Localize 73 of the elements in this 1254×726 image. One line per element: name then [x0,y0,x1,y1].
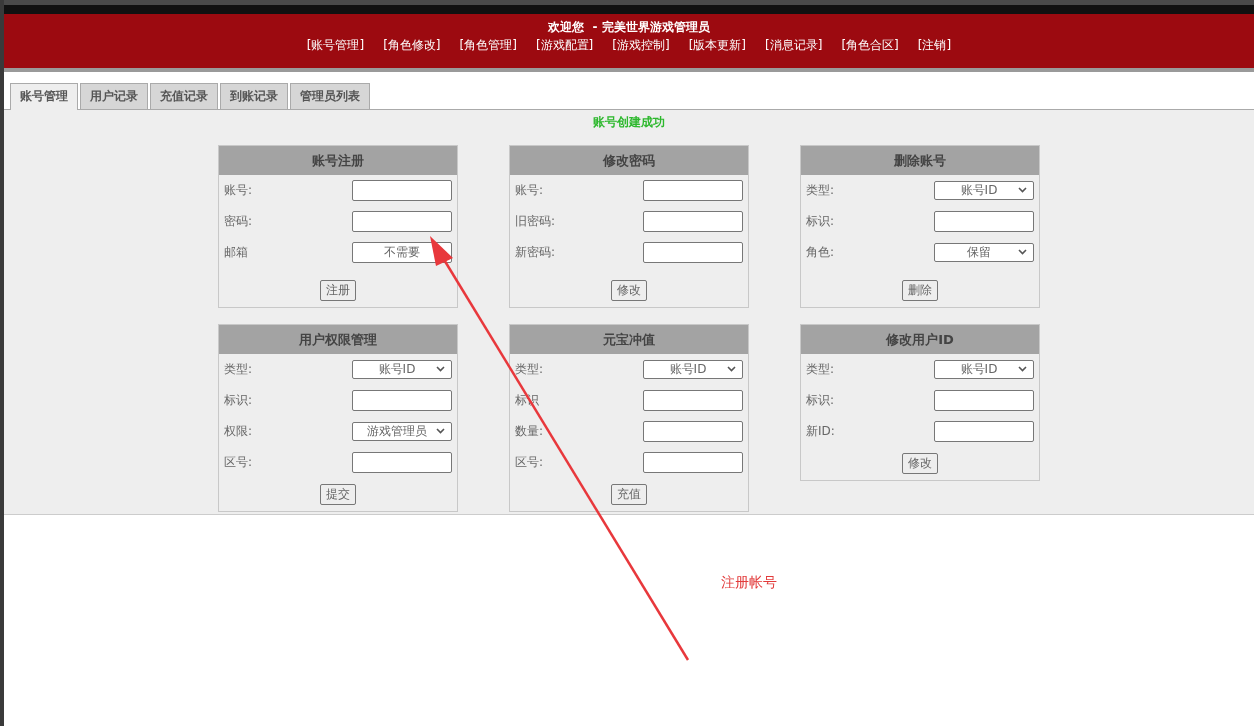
card-title: 删除账号 [801,146,1039,175]
tab[interactable]: 管理员列表 [290,83,370,109]
dropdown[interactable]: 保留 [934,243,1034,262]
field-label: 账号: [515,182,544,199]
submit-button[interactable]: 删除 [902,280,938,301]
card-title: 元宝冲值 [510,325,748,354]
submit-button[interactable]: 修改 [611,280,647,301]
dropdown[interactable]: 账号ID [934,181,1034,200]
submit-button[interactable]: 注册 [320,280,356,301]
nav-link[interactable]: [账号管理] [306,36,365,54]
submit-button[interactable]: 提交 [320,484,356,505]
field-label: 权限: [224,423,253,440]
card-title: 修改密码 [510,146,748,175]
card-title: 账号注册 [219,146,457,175]
field-label: 旧密码: [515,213,556,230]
field-label: 数量: [515,423,544,440]
annotation-text: 注册帐号 [721,574,777,592]
field-label: 类型: [515,361,544,378]
card-title: 用户权限管理 [219,325,457,354]
dropdown[interactable]: 游戏管理员 [352,422,452,441]
nav-link[interactable]: [角色修改] [383,36,441,54]
nav-link[interactable]: [注销] [917,36,952,54]
chevron-down-icon [1018,187,1027,193]
field-label: 新密码: [515,244,556,261]
input-field[interactable] [352,390,452,411]
chevron-down-icon [436,366,445,372]
input-field[interactable] [643,421,743,442]
nav-link[interactable]: [版本更新] [688,36,747,54]
submit-button[interactable]: 修改 [902,453,938,474]
chevron-down-icon [436,428,445,434]
input-field[interactable] [643,242,743,263]
field-label: 标识: [806,392,835,409]
field-label: 角色: [806,244,835,261]
field-label: 账号: [224,182,253,199]
tab[interactable]: 账号管理 [10,83,78,110]
dropdown[interactable]: 账号ID [934,360,1034,379]
field-label: 类型: [224,361,253,378]
field-label: 标识: [806,213,835,230]
nav-link[interactable]: [游戏配置] [535,36,594,54]
submit-button[interactable]: 充值 [611,484,647,505]
chevron-down-icon [727,366,736,372]
field-label: 标识: [224,392,253,409]
welcome-title: 欢迎您 - 完美世界游戏管理员 [547,19,711,36]
input-field[interactable] [934,421,1034,442]
success-message: 账号创建成功 [592,114,666,131]
field-label: 密码: [224,213,253,230]
input-field[interactable] [934,211,1034,232]
field-label: 邮箱 [224,244,248,261]
field-label: 区号: [515,454,544,471]
input-field[interactable] [643,452,743,473]
field-label: 类型: [806,361,835,378]
input-field[interactable] [934,390,1034,411]
field-label: 新ID: [806,423,835,440]
dropdown[interactable]: 账号ID [643,360,743,379]
card-title: 修改用户ID [801,325,1039,354]
chevron-down-icon [1018,366,1027,372]
input-field[interactable] [643,211,743,232]
input-field[interactable] [352,180,452,201]
tab[interactable]: 用户记录 [80,83,148,109]
input-field[interactable] [352,211,452,232]
nav-link[interactable]: [角色合区] [841,36,899,54]
input-field[interactable] [352,452,452,473]
tab[interactable]: 充值记录 [150,83,218,109]
input-field[interactable] [643,180,743,201]
nav-link[interactable]: [角色管理] [459,36,517,54]
dropdown[interactable]: 账号ID [352,360,452,379]
field-label: 区号: [224,454,253,471]
tab[interactable]: 到账记录 [220,83,288,109]
nav-link[interactable]: [消息记录] [765,36,823,54]
input-field[interactable] [643,390,743,411]
chevron-down-icon [1018,249,1027,255]
field-label: 类型: [806,182,835,199]
nav-link[interactable]: [游戏控制] [612,36,670,54]
